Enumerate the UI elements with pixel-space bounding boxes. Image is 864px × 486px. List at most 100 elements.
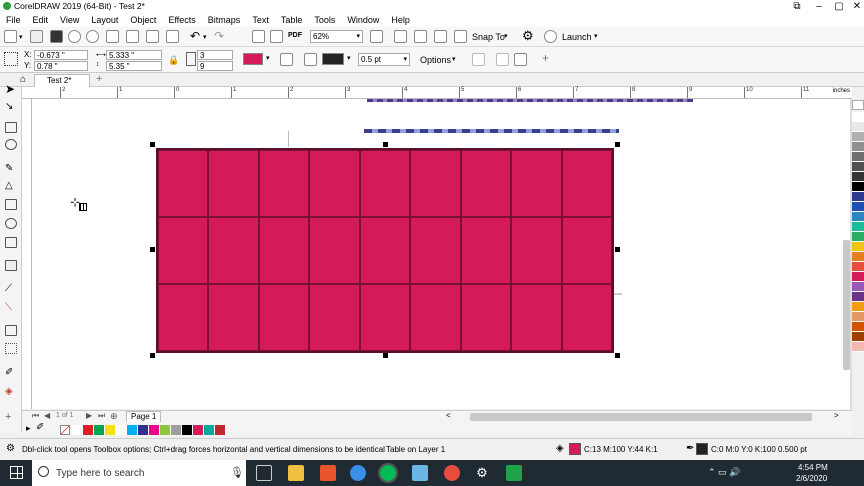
palette-swatch[interactable]	[852, 112, 864, 122]
table-cell[interactable]	[460, 284, 512, 351]
table-cell[interactable]	[460, 150, 512, 217]
palette-swatch[interactable]	[852, 292, 864, 302]
redo-icon[interactable]: ↷	[214, 29, 224, 43]
palette-swatch[interactable]	[852, 312, 864, 322]
border-select-icon[interactable]	[304, 53, 317, 66]
task-view-icon[interactable]	[256, 465, 272, 481]
snap-to-button[interactable]: Snap To	[472, 32, 505, 42]
palette-swatch[interactable]	[852, 272, 864, 282]
x-position-input[interactable]: -0.673 "	[34, 50, 88, 60]
ellipse-tool-icon[interactable]	[5, 218, 17, 229]
table-cell[interactable]	[561, 284, 612, 351]
taskbar-search-box[interactable]: Type here to search 🎙	[32, 460, 246, 486]
palette-swatch[interactable]	[852, 172, 864, 182]
settings-icon[interactable]: ⚙	[474, 465, 490, 481]
reference-point-icon[interactable]	[4, 52, 18, 66]
close-button[interactable]: ✕	[846, 0, 864, 13]
table-cell[interactable]	[309, 284, 360, 351]
palette-swatch[interactable]	[852, 332, 864, 342]
no-color-swatch[interactable]	[852, 100, 864, 110]
document-palette-swatch[interactable]	[105, 425, 116, 435]
menu-edit[interactable]: Edit	[27, 13, 55, 27]
export-icon[interactable]	[270, 30, 283, 43]
vertical-scroll-thumb[interactable]	[843, 240, 850, 370]
palette-swatch[interactable]	[852, 282, 864, 292]
fill-tool-icon[interactable]: ◈	[5, 386, 17, 397]
table-cell[interactable]	[511, 284, 562, 351]
palette-swatch[interactable]	[852, 182, 864, 192]
tab-test-2[interactable]: Test 2*	[34, 74, 90, 87]
menu-table[interactable]: Table	[275, 13, 309, 27]
coreldraw-app-icon[interactable]	[506, 465, 522, 481]
document-palette-swatch[interactable]	[94, 425, 105, 435]
undo-icon[interactable]: ↶	[190, 29, 200, 43]
layers-icon[interactable]	[514, 53, 527, 66]
prev-page-icon[interactable]: ◀	[44, 411, 50, 420]
artistic-media-icon[interactable]: △	[5, 180, 17, 191]
outline-width-input[interactable]: 0.5 pt ▾	[358, 53, 410, 66]
clock-date[interactable]: 2/6/2020	[796, 474, 827, 483]
cut-icon[interactable]	[126, 30, 139, 43]
menu-text[interactable]: Text	[246, 13, 275, 27]
menu-view[interactable]: View	[54, 13, 85, 27]
table-cell[interactable]	[561, 150, 612, 217]
lock-ratio-icon[interactable]: 🔒	[168, 55, 179, 66]
fill-color-swatch[interactable]	[243, 53, 263, 65]
polygon-tool-icon[interactable]	[5, 237, 17, 248]
arrange-icon[interactable]	[496, 53, 509, 66]
palette-swatch[interactable]	[852, 322, 864, 332]
eyedropper-icon[interactable]: ✐	[5, 367, 17, 378]
table-cell[interactable]	[511, 150, 562, 217]
crop-tool-icon[interactable]	[5, 122, 17, 133]
document-palette-swatch[interactable]	[149, 425, 160, 435]
table-cell[interactable]	[410, 217, 461, 284]
clock-time[interactable]: 4:54 PM	[798, 463, 828, 472]
table-cell[interactable]	[158, 284, 209, 351]
menu-help[interactable]: Help	[385, 13, 416, 27]
palette-swatch[interactable]	[852, 232, 864, 242]
rulers-icon[interactable]	[414, 30, 427, 43]
scroll-left-icon[interactable]: <	[446, 411, 451, 420]
table-cell[interactable]	[208, 217, 259, 284]
table-cell[interactable]	[258, 150, 310, 217]
horizontal-scroll-thumb[interactable]	[470, 413, 812, 421]
coreldraw-taskbar-icon[interactable]	[378, 463, 398, 483]
text-wrap-icon[interactable]	[472, 53, 485, 66]
menu-layout[interactable]: Layout	[85, 13, 124, 27]
table-cell[interactable]	[208, 284, 259, 351]
document-palette-swatch[interactable]	[83, 425, 94, 435]
palette-swatch[interactable]	[852, 122, 864, 132]
selection-handle[interactable]	[150, 353, 155, 358]
table-cell[interactable]	[158, 150, 209, 217]
scroll-right-icon[interactable]: >	[834, 411, 839, 420]
table-cell[interactable]	[511, 217, 562, 284]
tray-icons[interactable]: ⌃ ▭ 🔊	[708, 467, 740, 478]
menu-file[interactable]: File	[0, 13, 27, 27]
palette-swatch[interactable]	[852, 142, 864, 152]
table-cell[interactable]	[561, 217, 612, 284]
document-palette-swatch[interactable]	[116, 425, 127, 435]
palette-swatch[interactable]	[852, 262, 864, 272]
palette-swatch[interactable]	[852, 212, 864, 222]
save-icon[interactable]	[50, 30, 63, 43]
palette-swatch[interactable]	[852, 162, 864, 172]
document-palette-swatch[interactable]	[215, 425, 226, 435]
shape-tool-icon[interactable]: ↘	[5, 101, 17, 112]
table-cell[interactable]	[158, 217, 209, 284]
app-icon[interactable]	[320, 465, 336, 481]
menu-window[interactable]: Window	[341, 13, 385, 27]
dropdown-icon[interactable]: ▾	[19, 33, 23, 41]
selection-handle[interactable]	[150, 142, 155, 147]
fill-status-swatch[interactable]	[569, 443, 581, 455]
table-cell[interactable]	[410, 284, 461, 351]
table-cell[interactable]	[258, 284, 310, 351]
edit-fill-icon[interactable]	[280, 53, 293, 66]
pdf-icon[interactable]: PDF	[288, 32, 302, 39]
new-tab-icon[interactable]: +	[96, 73, 102, 85]
grid-icon[interactable]	[434, 30, 447, 43]
document-palette-swatch[interactable]	[193, 425, 204, 435]
chevron-down-icon[interactable]: ▾	[452, 55, 456, 63]
selection-handle[interactable]	[383, 353, 388, 358]
connector-tool-icon[interactable]: ⟍	[5, 302, 17, 313]
palette-swatch[interactable]	[852, 302, 864, 312]
